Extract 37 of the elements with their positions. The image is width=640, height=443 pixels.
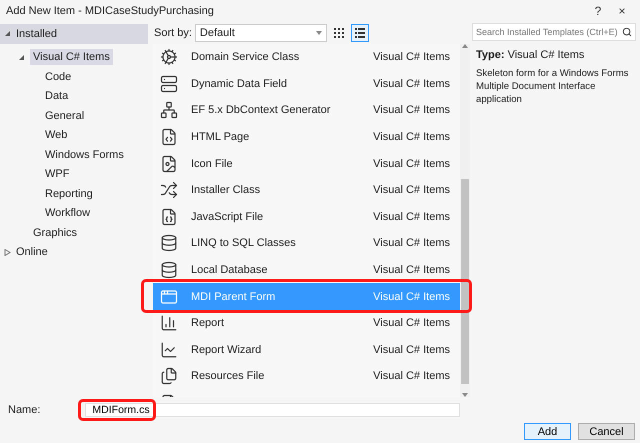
search-field[interactable]: Search Installed Templates (Ctrl+E)	[472, 23, 636, 41]
type-label: Type:	[476, 49, 505, 61]
tree-item[interactable]: Reporting	[42, 186, 96, 202]
template-row[interactable]: EF 5.x DbContext Generator Visual C# Items	[153, 97, 460, 124]
tree-item[interactable]: Code	[42, 68, 74, 85]
tree-item[interactable]: Data	[42, 88, 72, 104]
sort-label: Sort by:	[154, 27, 192, 39]
sort-dropdown[interactable]: Default	[194, 24, 327, 42]
template-row[interactable]: LINQ to SQL Classes Visual C# Items	[153, 230, 460, 257]
template-row[interactable]: Report Wizard Visual C# Items	[153, 336, 460, 364]
tree-item[interactable]: Web	[42, 127, 70, 144]
tree-item[interactable]: WPF	[42, 166, 72, 182]
template-row[interactable]: Local Database Visual C# Items	[153, 256, 460, 284]
template-row[interactable]: Installer Class Visual C# Items	[153, 176, 460, 204]
help-button[interactable]: ?	[586, 4, 610, 18]
close-button[interactable]: ×	[610, 4, 634, 18]
tree-header[interactable]: Installed	[0, 24, 148, 44]
template-row[interactable]: Domain Service Class Visual C# Items	[153, 44, 460, 71]
tree-item[interactable]: Visual C# Items	[30, 49, 113, 66]
window-title: Add New Item - MDICaseStudyPurchasing	[6, 5, 215, 17]
template-row[interactable]: Resources File Visual C# Items	[153, 363, 460, 390]
tree-header[interactable]: Online	[0, 242, 148, 262]
tree-item[interactable]: Workflow	[42, 205, 94, 222]
type-value: Visual C# Items	[508, 49, 584, 61]
template-row[interactable]: Report Visual C# Items	[153, 310, 460, 337]
template-row[interactable]: Icon File Visual C# Items	[153, 150, 460, 177]
template-row[interactable]: HTML Page Visual C# Items	[153, 124, 460, 150]
template-row[interactable]: Dynamic Data Field Visual C# Items	[153, 70, 460, 98]
template-row[interactable]: JavaScript File Visual C# Items	[153, 204, 460, 230]
name-label: Name:	[8, 404, 40, 416]
tree-item[interactable]: Windows Forms	[42, 146, 127, 163]
tree-item[interactable]: Graphics	[30, 224, 80, 241]
dialog-button[interactable]: Add	[524, 423, 571, 440]
name-field[interactable]: MDIForm.cs	[85, 403, 460, 417]
dialog-button[interactable]: Cancel	[578, 423, 635, 440]
tree-item[interactable]: General	[42, 108, 88, 124]
description-text: Skeleton form for a Windows Forms Multiple Document Interface application	[476, 67, 630, 106]
